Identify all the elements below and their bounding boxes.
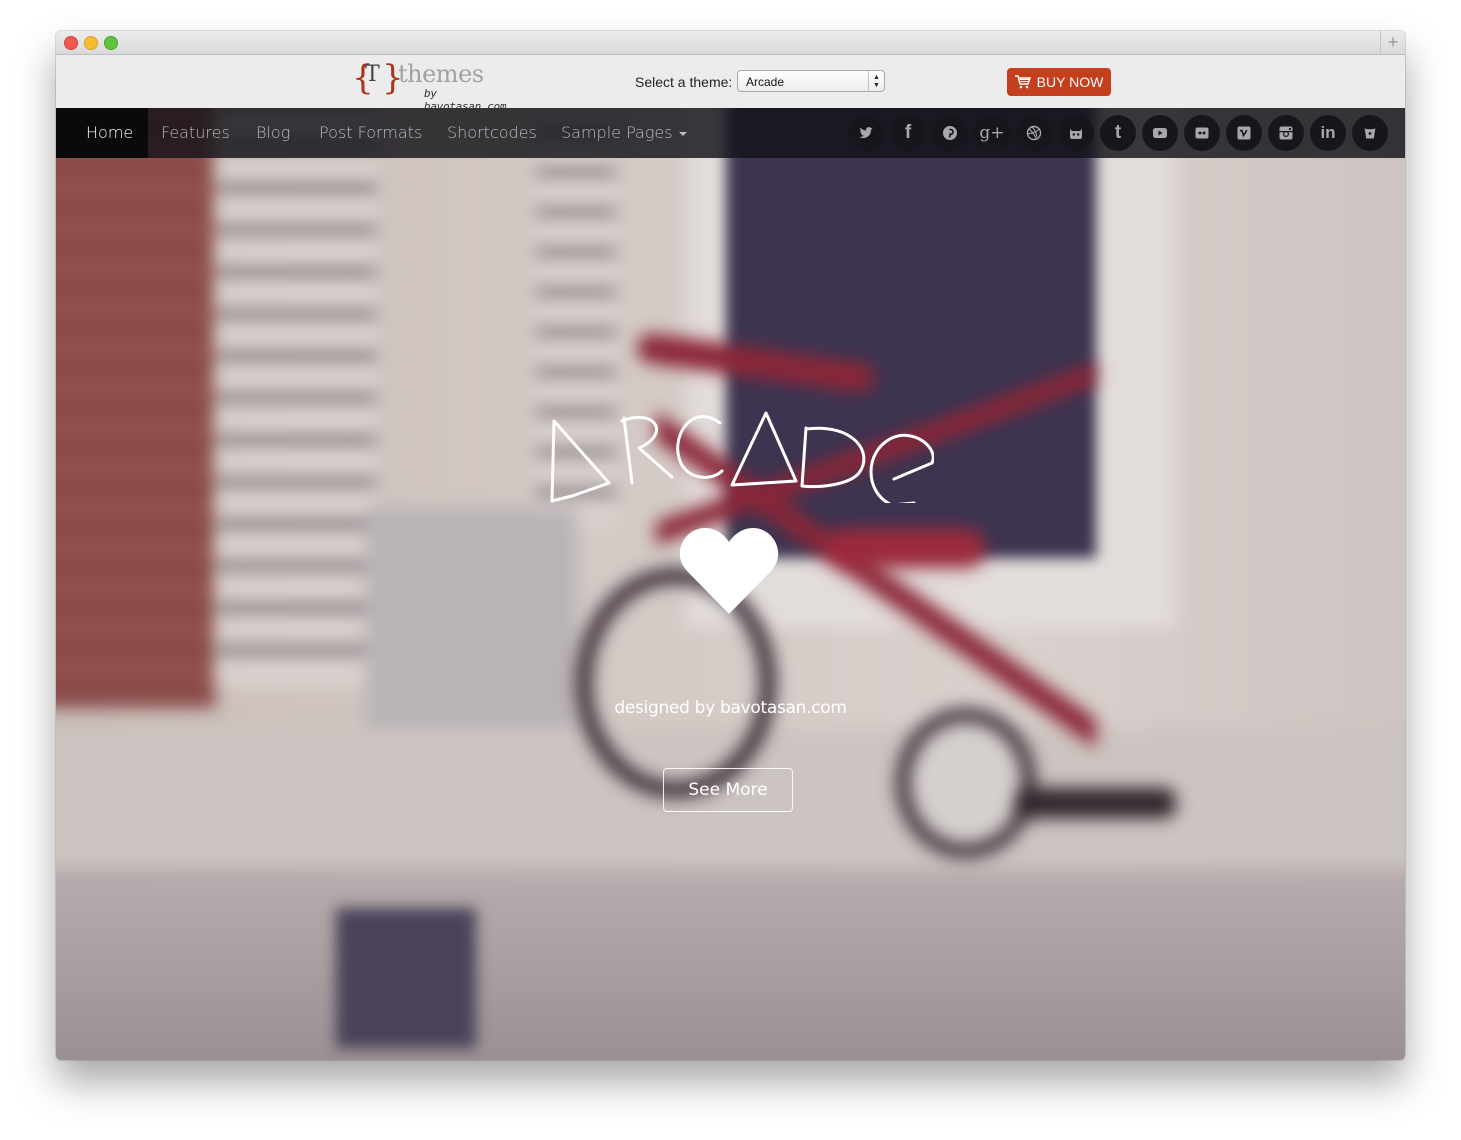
photo-brick-wall [56, 108, 216, 708]
cart-icon [1014, 70, 1031, 98]
see-more-button[interactable]: See More [663, 768, 793, 812]
title-letter-a1 [550, 419, 611, 503]
bitbucket-icon[interactable] [1352, 115, 1388, 151]
youtube-icon[interactable] [1142, 115, 1178, 151]
title-letter-a2 [730, 411, 798, 487]
nav-item-shortcodes[interactable]: Shortcodes [447, 108, 537, 158]
theme-select[interactable]: Arcade ▲ ▼ [737, 70, 885, 92]
title-bar: + [56, 31, 1405, 55]
logo-wordmark: themes [398, 60, 484, 88]
photo-window-bars [216, 108, 376, 688]
nav-item-home[interactable]: Home [56, 108, 149, 158]
close-window-button[interactable] [64, 36, 78, 50]
select-arrows-icon: ▲ ▼ [868, 71, 884, 91]
main-navigation: Home Features Blog Post Formats Shortcod… [56, 108, 1405, 158]
photo-tricycle-step [1016, 788, 1176, 818]
tumblr-icon[interactable]: t [1100, 115, 1136, 151]
facebook-icon[interactable]: f [890, 115, 926, 151]
nav-item-features[interactable]: Features [161, 108, 230, 158]
title-letter-d [800, 426, 866, 489]
title-letter-c [676, 415, 724, 479]
photo-curb [56, 868, 1405, 1060]
buy-now-label: BUY NOW [1036, 74, 1104, 90]
github-icon[interactable] [1058, 115, 1094, 151]
new-tab-button[interactable]: + [1380, 31, 1405, 54]
buy-now-button[interactable]: BUY NOW [1007, 68, 1111, 96]
dropdown-caret-icon [678, 131, 687, 136]
google-plus-icon[interactable]: g+ [974, 115, 1010, 151]
photo-tricycle-seat [826, 528, 986, 568]
pinterest-icon[interactable] [932, 115, 968, 151]
title-letter-e [869, 433, 934, 503]
title-letter-r [620, 415, 674, 485]
twitter-icon[interactable] [848, 115, 884, 151]
photo-number-plate [336, 908, 476, 1048]
nav-item-sample-pages-label: Sample Pages [561, 123, 673, 142]
nav-item-blog[interactable]: Blog [256, 108, 290, 158]
linkedin-icon[interactable]: in [1310, 115, 1346, 151]
dribbble-icon[interactable] [1016, 115, 1052, 151]
hero-section: Home Features Blog Post Formats Shortcod… [56, 108, 1405, 1060]
flickr-icon[interactable] [1184, 115, 1220, 151]
maximize-window-button[interactable] [104, 36, 118, 50]
theme-select-label: Select a theme: [635, 74, 733, 90]
theme-demo-bar: { T } themes by bavotasan.com Select a t… [56, 55, 1405, 113]
vimeo-icon[interactable] [1226, 115, 1262, 151]
nav-item-post-formats[interactable]: Post Formats [319, 108, 422, 158]
browser-window: + { T } themes by bavotasan.com Select a… [56, 31, 1405, 1060]
hero-tagline: designed by bavotasan.com [614, 698, 847, 718]
themes-logo[interactable]: { T } themes by bavotasan.com [352, 58, 512, 113]
minimize-window-button[interactable] [84, 36, 98, 50]
hero-title-logo: ARCADE [550, 411, 934, 503]
instagram-icon[interactable] [1268, 115, 1304, 151]
logo-letter: T [365, 62, 380, 87]
nav-item-sample-pages[interactable]: Sample Pages [561, 108, 687, 158]
theme-select-value: Arcade [746, 75, 785, 89]
heart-icon [679, 528, 779, 614]
